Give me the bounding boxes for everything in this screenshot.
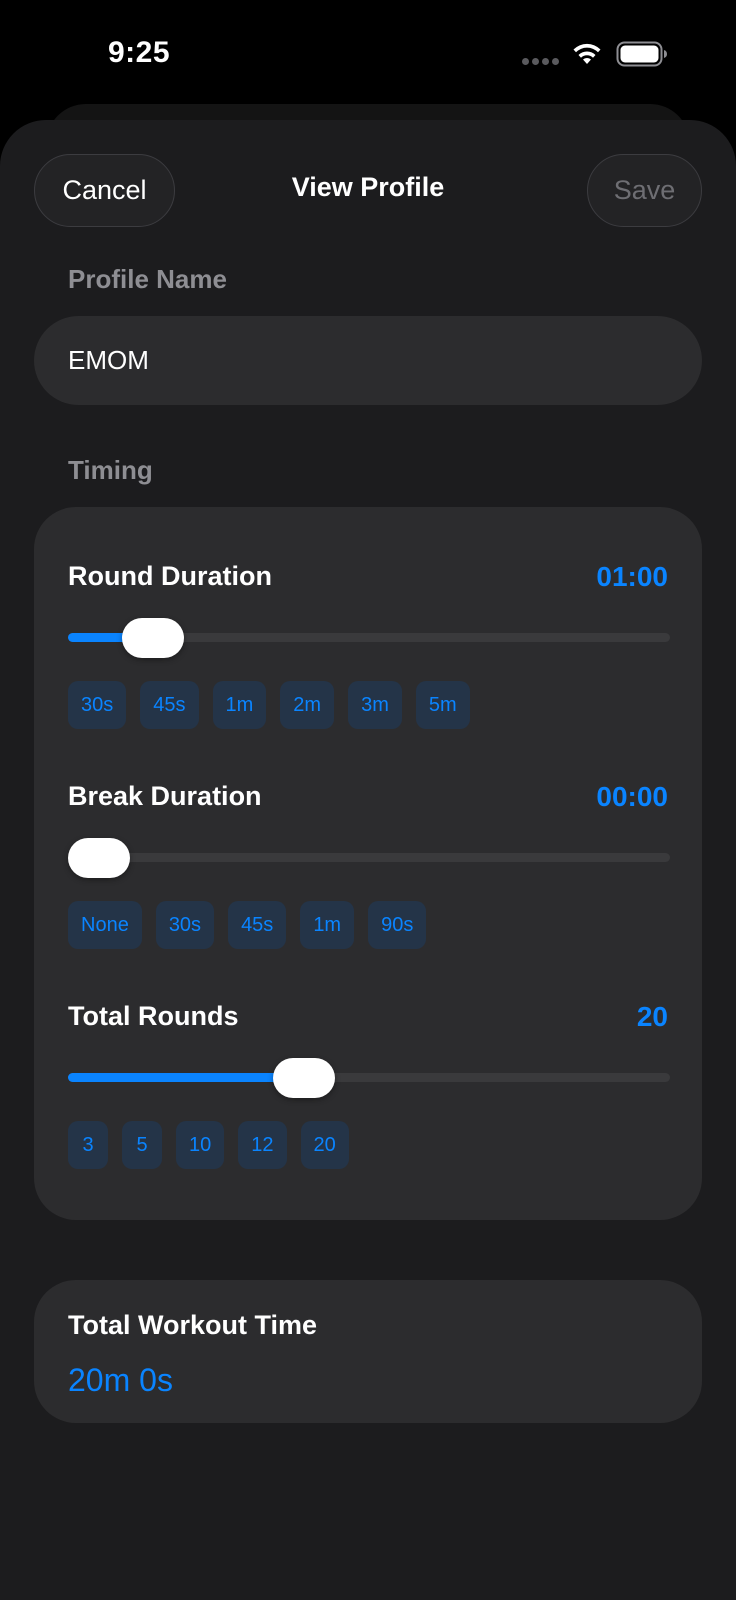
break-duration-slider[interactable] xyxy=(68,838,670,878)
total-rounds-value: 20 xyxy=(636,1001,668,1032)
round-duration-value: 01:00 xyxy=(596,561,668,592)
wifi-icon xyxy=(573,43,601,64)
break-duration-value: 00:00 xyxy=(596,781,668,812)
slider-thumb[interactable] xyxy=(273,1058,336,1098)
break-duration-label: Break Duration xyxy=(68,781,262,811)
break-preset-chip[interactable]: 90s xyxy=(368,901,427,949)
slider-track xyxy=(68,853,670,862)
status-time: 9:25 xyxy=(108,36,171,69)
round-preset-chip[interactable]: 3m xyxy=(348,681,402,729)
round-preset-chip[interactable]: 30s xyxy=(68,681,127,729)
total-workout-card: Total Workout Time 20m 0s xyxy=(34,1280,702,1423)
timing-section-label: Timing xyxy=(68,455,153,485)
profile-name-input[interactable] xyxy=(34,316,702,405)
rounds-preset-chip[interactable]: 20 xyxy=(300,1121,349,1169)
rounds-preset-chip[interactable]: 12 xyxy=(238,1121,287,1169)
total-rounds-presets: 3 5 10 12 20 xyxy=(68,1121,349,1169)
battery-icon xyxy=(616,41,667,67)
rounds-preset-chip[interactable]: 10 xyxy=(176,1121,225,1169)
total-rounds-label: Total Rounds xyxy=(68,1001,239,1031)
profile-name-label: Profile Name xyxy=(68,264,227,294)
break-duration-presets: None 30s 45s 1m 90s xyxy=(68,901,427,949)
total-workout-value: 20m 0s xyxy=(68,1362,173,1398)
rounds-preset-chip[interactable]: 5 xyxy=(122,1121,162,1169)
slider-thumb[interactable] xyxy=(122,618,184,658)
total-rounds-slider[interactable] xyxy=(68,1058,670,1098)
save-button[interactable]: Save xyxy=(587,154,702,227)
round-preset-chip[interactable]: 2m xyxy=(280,681,335,729)
round-preset-chip[interactable]: 45s xyxy=(140,681,199,729)
timing-card: Round Duration 01:00 30s 45s 1m 2m 3m 5m… xyxy=(34,507,702,1220)
break-preset-chip[interactable]: 1m xyxy=(300,901,355,949)
round-duration-presets: 30s 45s 1m 2m 3m 5m xyxy=(68,681,470,729)
rounds-preset-chip[interactable]: 3 xyxy=(68,1121,108,1169)
signal-dots-icon xyxy=(522,58,560,66)
break-preset-chip[interactable]: None xyxy=(68,901,142,949)
round-preset-chip[interactable]: 5m xyxy=(415,681,470,729)
break-preset-chip[interactable]: 45s xyxy=(228,901,287,949)
break-preset-chip[interactable]: 30s xyxy=(155,901,215,949)
round-duration-slider[interactable] xyxy=(68,618,670,658)
round-preset-chip[interactable]: 1m xyxy=(212,681,267,729)
round-duration-label: Round Duration xyxy=(68,561,272,591)
slider-fill xyxy=(68,1073,305,1082)
slider-thumb[interactable] xyxy=(68,838,130,878)
status-bar: 9:25 xyxy=(0,0,736,105)
total-workout-label: Total Workout Time xyxy=(68,1310,318,1340)
